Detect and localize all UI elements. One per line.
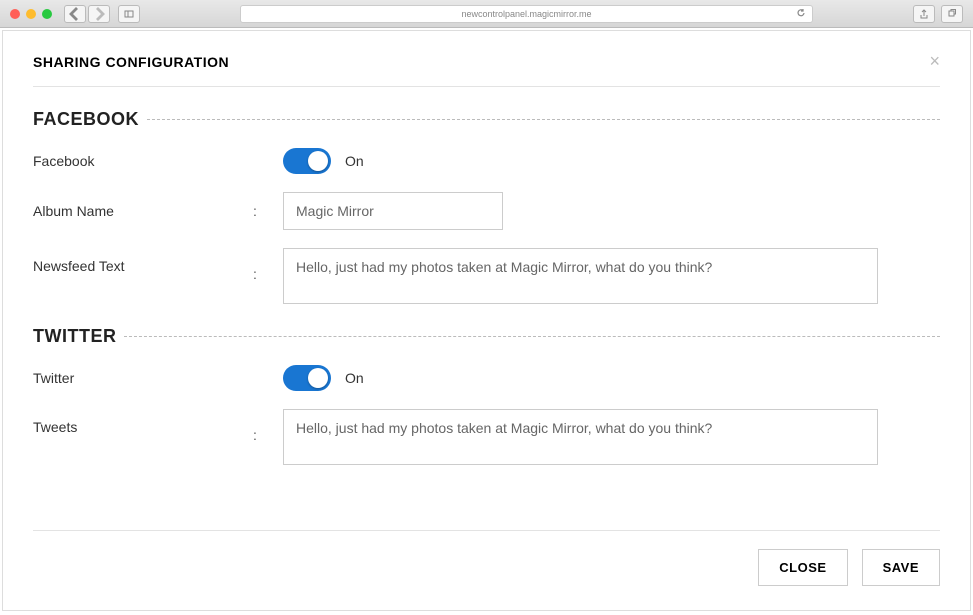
tweets-row: Tweets : Hello, just had my photos taken… <box>33 409 940 465</box>
modal: SHARING CONFIGURATION × FACEBOOK Faceboo… <box>2 30 971 611</box>
window-controls <box>10 9 52 19</box>
refresh-icon[interactable] <box>796 8 806 20</box>
save-button[interactable]: SAVE <box>862 549 940 586</box>
modal-header: SHARING CONFIGURATION × <box>33 51 940 87</box>
tabs-button[interactable] <box>941 5 963 23</box>
newsfeed-text-row: Newsfeed Text : Hello, just had my photo… <box>33 248 940 304</box>
facebook-toggle-row: Facebook On <box>33 148 940 174</box>
forward-button[interactable] <box>88 5 110 23</box>
modal-footer: CLOSE SAVE <box>33 530 940 586</box>
colon: : <box>253 248 283 282</box>
newsfeed-text-input[interactable]: Hello, just had my photos taken at Magic… <box>283 248 878 304</box>
close-icon[interactable]: × <box>929 51 940 72</box>
twitter-section: TWITTER Twitter On Tweets : Hello, just … <box>33 326 940 465</box>
facebook-toggle[interactable] <box>283 148 331 174</box>
colon: : <box>253 409 283 443</box>
sidebar-toggle-button[interactable] <box>118 5 140 23</box>
url-bar[interactable]: newcontrolpanel.magicmirror.me <box>240 5 813 23</box>
window-minimize-icon[interactable] <box>26 9 36 19</box>
divider-dashes <box>147 119 940 120</box>
colon: : <box>253 203 283 219</box>
toolbar-right <box>913 5 963 23</box>
twitter-toggle-state: On <box>345 370 364 386</box>
divider-dashes <box>124 336 940 337</box>
back-button[interactable] <box>64 5 86 23</box>
album-name-input[interactable] <box>283 192 503 230</box>
twitter-toggle-row: Twitter On <box>33 365 940 391</box>
facebook-section: FACEBOOK Facebook On Album Name : Newsfe… <box>33 109 940 304</box>
twitter-heading-text: TWITTER <box>33 326 116 347</box>
twitter-heading: TWITTER <box>33 326 940 347</box>
close-button[interactable]: CLOSE <box>758 549 847 586</box>
album-name-label: Album Name <box>33 203 253 219</box>
nav-buttons <box>64 5 110 23</box>
window-zoom-icon[interactable] <box>42 9 52 19</box>
window-close-icon[interactable] <box>10 9 20 19</box>
twitter-toggle-label: Twitter <box>33 370 253 386</box>
album-name-row: Album Name : <box>33 192 940 230</box>
facebook-toggle-state: On <box>345 153 364 169</box>
tweets-input[interactable]: Hello, just had my photos taken at Magic… <box>283 409 878 465</box>
newsfeed-text-label: Newsfeed Text <box>33 248 253 274</box>
share-button[interactable] <box>913 5 935 23</box>
facebook-toggle-label: Facebook <box>33 153 253 169</box>
tweets-label: Tweets <box>33 409 253 435</box>
facebook-heading: FACEBOOK <box>33 109 940 130</box>
chevron-right-icon <box>89 4 109 24</box>
url-text: newcontrolpanel.magicmirror.me <box>461 9 591 19</box>
modal-title: SHARING CONFIGURATION <box>33 54 229 70</box>
share-icon <box>919 9 929 19</box>
tabs-icon <box>947 9 957 19</box>
facebook-heading-text: FACEBOOK <box>33 109 139 130</box>
chevron-left-icon <box>65 4 85 24</box>
twitter-toggle[interactable] <box>283 365 331 391</box>
panel-icon <box>124 9 134 19</box>
browser-toolbar: newcontrolpanel.magicmirror.me <box>0 0 973 28</box>
